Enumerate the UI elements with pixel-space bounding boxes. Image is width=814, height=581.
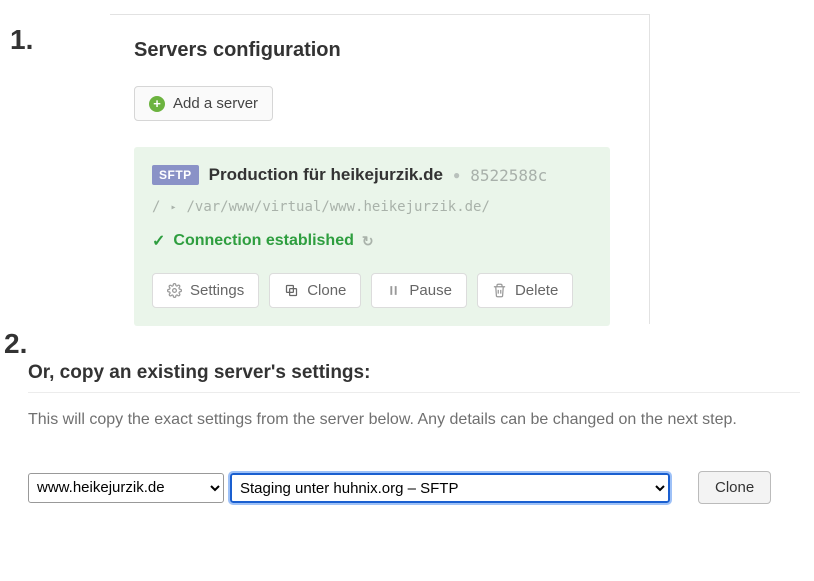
settings-button[interactable]: Settings <box>152 273 259 308</box>
protocol-badge: SFTP <box>152 165 199 185</box>
commit-hash: 8522588c <box>470 166 547 185</box>
remote-path: /var/www/virtual/www.heikejurzik.de/ <box>186 199 489 215</box>
clone-label: Clone <box>307 282 346 299</box>
check-icon: ✓ <box>152 231 165 251</box>
pause-icon <box>386 283 401 298</box>
settings-label: Settings <box>190 282 244 299</box>
pause-button[interactable]: Pause <box>371 273 467 308</box>
servers-configuration-panel: Servers configuration + Add a server SFT… <box>110 14 650 324</box>
plus-icon: + <box>149 96 165 112</box>
status-text: Connection established <box>173 232 353 250</box>
repo-select[interactable]: www.heikejurzik.de <box>28 473 224 503</box>
copy-clone-button[interactable]: Clone <box>698 471 771 504</box>
local-path: / <box>152 199 160 215</box>
gear-icon <box>167 283 182 298</box>
panel-title: Servers configuration <box>134 39 649 62</box>
trash-icon <box>492 283 507 298</box>
path-row: / ▸ /var/www/virtual/www.heikejurzik.de/ <box>152 199 592 215</box>
clone-icon <box>284 283 299 298</box>
server-card: SFTP Production für heikejurzik.de ● 852… <box>134 147 610 326</box>
delete-label: Delete <box>515 282 558 299</box>
copy-settings-title: Or, copy an existing server's settings: <box>28 362 800 384</box>
separator-dot: ● <box>453 168 460 182</box>
delete-button[interactable]: Delete <box>477 273 573 308</box>
path-arrow-icon: ▸ <box>170 202 176 213</box>
copy-settings-description: This will copy the exact settings from t… <box>28 411 800 429</box>
refresh-icon[interactable]: ↻ <box>362 233 374 250</box>
step-1-label: 1. <box>10 24 33 56</box>
clone-button[interactable]: Clone <box>269 273 361 308</box>
pause-label: Pause <box>409 282 452 299</box>
add-server-button[interactable]: + Add a server <box>134 86 273 121</box>
server-name: Production für heikejurzik.de <box>209 165 443 185</box>
server-actions-row: Settings Clone Pause Delete <box>152 273 592 308</box>
copy-settings-panel: Or, copy an existing server's settings: … <box>28 362 800 504</box>
server-select[interactable]: Staging unter huhnix.org – SFTP <box>230 473 670 503</box>
copy-form-row: www.heikejurzik.de Staging unter huhnix.… <box>28 471 800 504</box>
server-card-header: SFTP Production für heikejurzik.de ● 852… <box>152 165 592 185</box>
connection-status: ✓ Connection established ↻ <box>152 231 592 251</box>
divider <box>28 392 800 393</box>
step-2-label: 2. <box>4 328 27 360</box>
add-server-label: Add a server <box>173 95 258 112</box>
